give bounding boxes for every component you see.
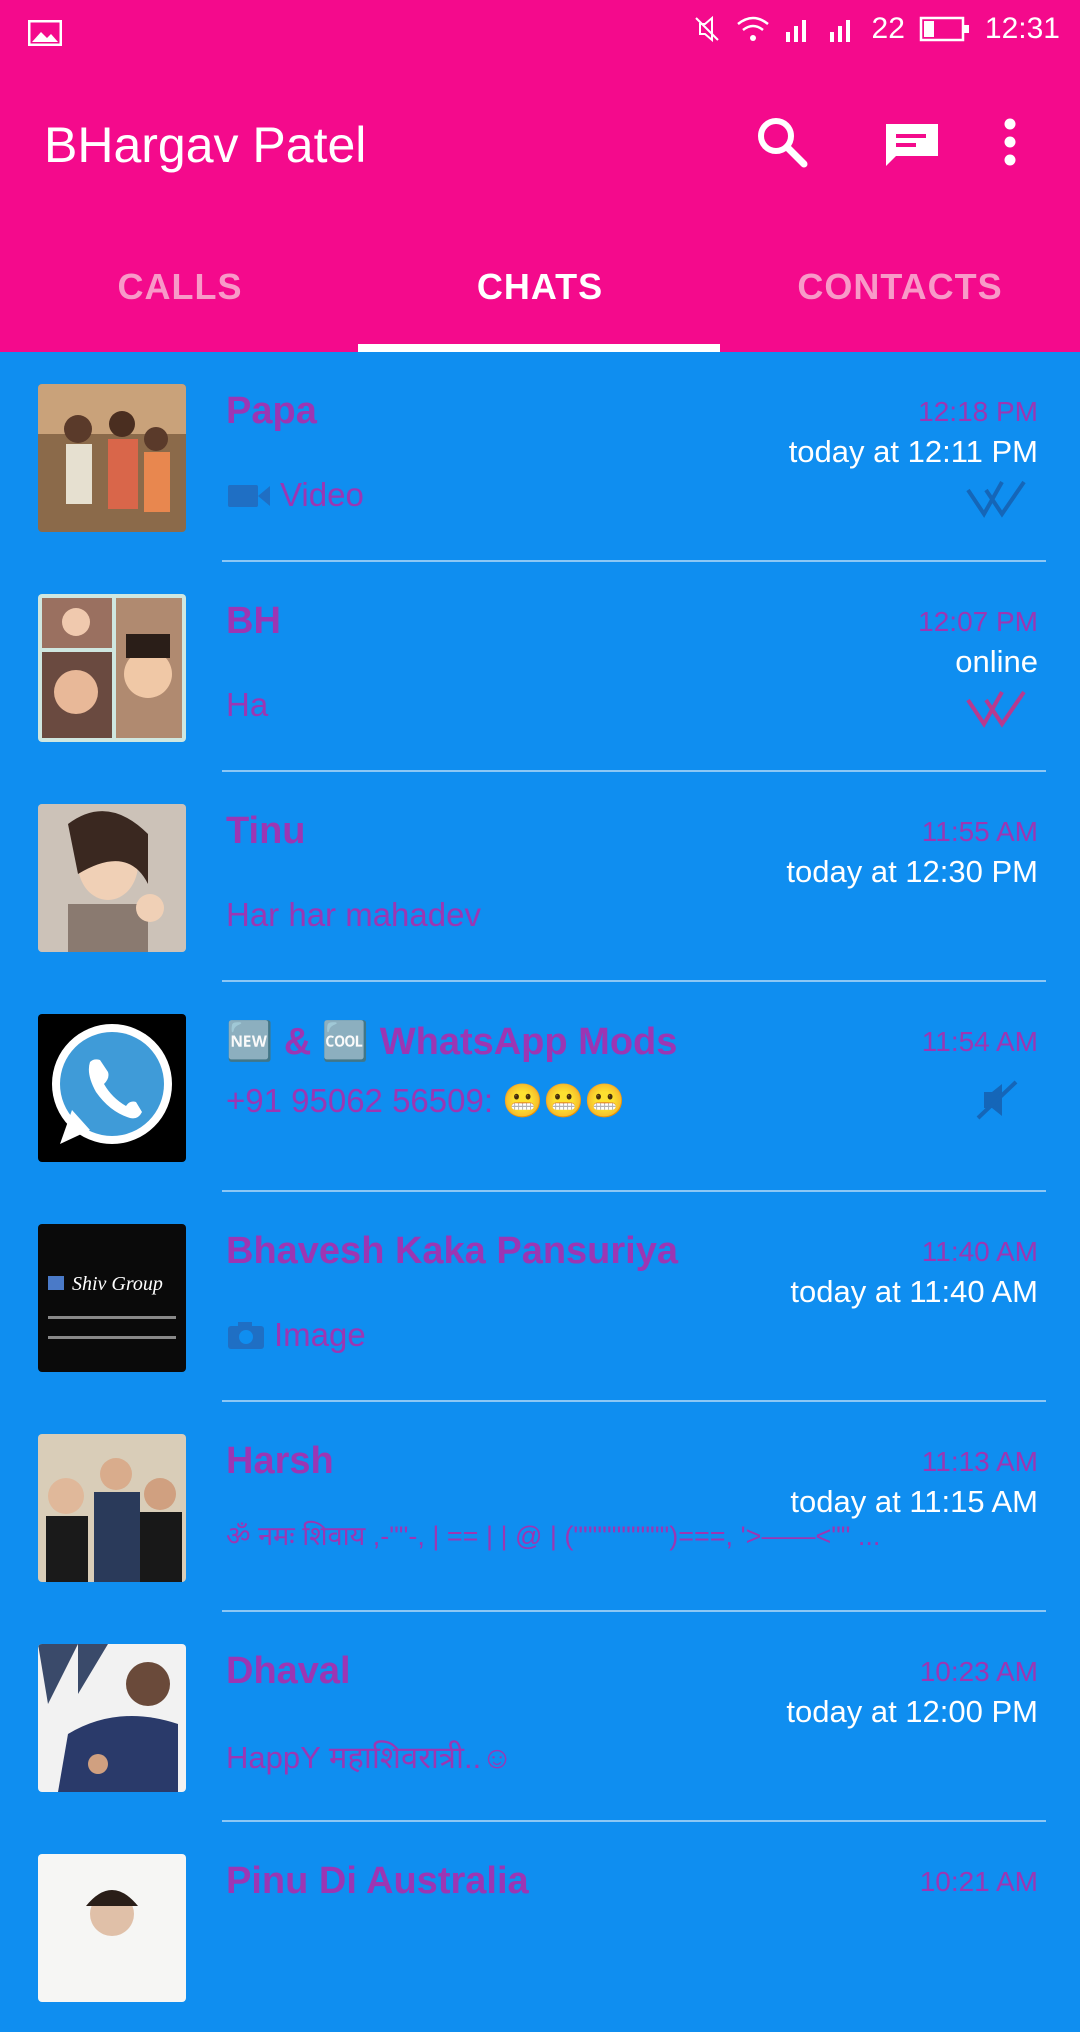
avatar[interactable] bbox=[38, 1644, 186, 1792]
preview-text: Ha bbox=[226, 686, 269, 723]
chat-name: Papa bbox=[226, 390, 317, 432]
chat-time: 11:55 AM bbox=[921, 816, 1038, 847]
preview-text: Video bbox=[280, 476, 364, 513]
chat-time: 12:18 PM bbox=[918, 396, 1038, 427]
avatar[interactable]: Shiv Group bbox=[38, 1224, 186, 1372]
battery-icon bbox=[919, 16, 969, 42]
last-seen: today at 11:40 AM bbox=[790, 1274, 1038, 1309]
svg-text:Shiv Group: Shiv Group bbox=[72, 1273, 163, 1295]
preview-text: +91 95062 56509: 😬😬😬 bbox=[226, 1082, 626, 1119]
chat-name: 🆕 & 🆒 WhatsApp Mods bbox=[226, 1021, 678, 1063]
avatar[interactable] bbox=[38, 1854, 186, 2002]
last-seen: today at 12:30 PM bbox=[786, 854, 1038, 889]
chat-time: 10:21 AM bbox=[919, 1866, 1038, 1897]
mute-icon bbox=[694, 15, 719, 43]
avatar[interactable] bbox=[38, 594, 186, 742]
more-options-icon[interactable] bbox=[990, 110, 1030, 174]
chat-preview: Har har mahadev bbox=[226, 896, 481, 934]
online-status: online bbox=[955, 644, 1038, 679]
wifi-icon bbox=[736, 16, 769, 41]
status-bar: 22 12:31 bbox=[0, 0, 1080, 68]
last-seen: today at 12:00 PM bbox=[786, 1694, 1038, 1729]
chat-preview: +91 95062 56509: 😬😬😬 bbox=[226, 1082, 625, 1121]
tab-indicator bbox=[358, 344, 720, 352]
chat-row[interactable]: BH 12:07 PM online Ha bbox=[0, 562, 1080, 772]
chat-time: 11:40 AM bbox=[921, 1236, 1038, 1267]
chat-list: Papa 12:18 PM today at 12:11 PM Video BH… bbox=[0, 352, 1080, 2032]
chat-preview: ॐ नमः शिवाय ,-""-, | == | | @ | ("""""""… bbox=[226, 1516, 880, 1553]
avatar[interactable] bbox=[38, 1434, 186, 1582]
chat-name: Harsh bbox=[226, 1440, 334, 1482]
chat-row[interactable]: Tinu 11:55 AM today at 12:30 PM Har har … bbox=[0, 772, 1080, 982]
chat-time: 11:54 AM bbox=[921, 1026, 1038, 1057]
chat-row[interactable]: 🆕 & 🆒 WhatsApp Mods 11:54 AM +91 95062 5… bbox=[0, 982, 1080, 1192]
tab-contacts[interactable]: CONTACTS bbox=[720, 266, 1080, 308]
search-icon[interactable] bbox=[752, 110, 812, 174]
last-seen: today at 12:11 PM bbox=[788, 434, 1038, 469]
preview-text: ॐ नमः शिवाय ,-""-, | == | | @ | ("""""""… bbox=[226, 1521, 881, 1551]
chat-time: 12:07 PM bbox=[918, 606, 1038, 637]
avatar[interactable] bbox=[38, 1014, 186, 1162]
avatar[interactable] bbox=[38, 804, 186, 952]
chat-name: Bhavesh Kaka Pansuriya bbox=[226, 1230, 679, 1272]
avatar[interactable] bbox=[38, 384, 186, 532]
signal-icon bbox=[829, 20, 850, 42]
preview-text: Har har mahadev bbox=[226, 896, 481, 933]
chat-time: 11:13 AM bbox=[921, 1446, 1038, 1477]
chat-name: Pinu Di Australia bbox=[226, 1860, 529, 1902]
new-chat-icon[interactable] bbox=[882, 110, 942, 174]
clock: 12:31 bbox=[984, 12, 1060, 45]
muted-icon bbox=[976, 1080, 1018, 1120]
battery-level: 22 bbox=[871, 12, 905, 45]
camera-icon bbox=[228, 1322, 264, 1349]
last-seen: today at 11:15 AM bbox=[790, 1484, 1038, 1519]
preview-text: HappY महाशिवरात्री..☺ bbox=[226, 1740, 513, 1775]
chat-row[interactable]: Papa 12:18 PM today at 12:11 PM Video bbox=[0, 352, 1080, 562]
chat-preview: HappY महाशिवरात्री..☺ bbox=[226, 1736, 513, 1778]
chat-name: Dhaval bbox=[226, 1650, 351, 1692]
tab-calls[interactable]: CALLS bbox=[0, 266, 360, 308]
chat-row[interactable]: Shiv Group Bhavesh Kaka Pansuriya 11:40 … bbox=[0, 1192, 1080, 1402]
chat-preview: Image bbox=[226, 1316, 366, 1354]
chat-name: Tinu bbox=[226, 810, 306, 852]
double-tick-icon bbox=[966, 690, 1026, 728]
tab-bar: CALLS CHATS CONTACTS bbox=[0, 240, 1080, 352]
video-icon bbox=[228, 485, 270, 507]
chat-row[interactable]: Pinu Di Australia 10:21 AM bbox=[0, 1822, 1080, 2032]
chat-row[interactable]: Dhaval 10:23 AM today at 12:00 PM HappY … bbox=[0, 1612, 1080, 1822]
app-bar: 22 12:31 BHargav Patel CALLS CHATS CONTA… bbox=[0, 0, 1080, 352]
tab-chats[interactable]: CHATS bbox=[360, 266, 720, 308]
preview-text: Image bbox=[274, 1316, 366, 1353]
double-tick-icon bbox=[966, 480, 1026, 518]
chat-time: 10:23 AM bbox=[919, 1656, 1038, 1687]
signal-icon bbox=[785, 20, 806, 42]
app-title: BHargav Patel bbox=[44, 117, 367, 173]
gallery-notification-icon bbox=[28, 20, 62, 46]
chat-row[interactable]: Harsh 11:13 AM today at 11:15 AM ॐ नमः श… bbox=[0, 1402, 1080, 1612]
chat-preview: Ha bbox=[226, 686, 268, 724]
chat-preview: Video bbox=[226, 476, 364, 514]
chat-name: BH bbox=[226, 600, 281, 642]
